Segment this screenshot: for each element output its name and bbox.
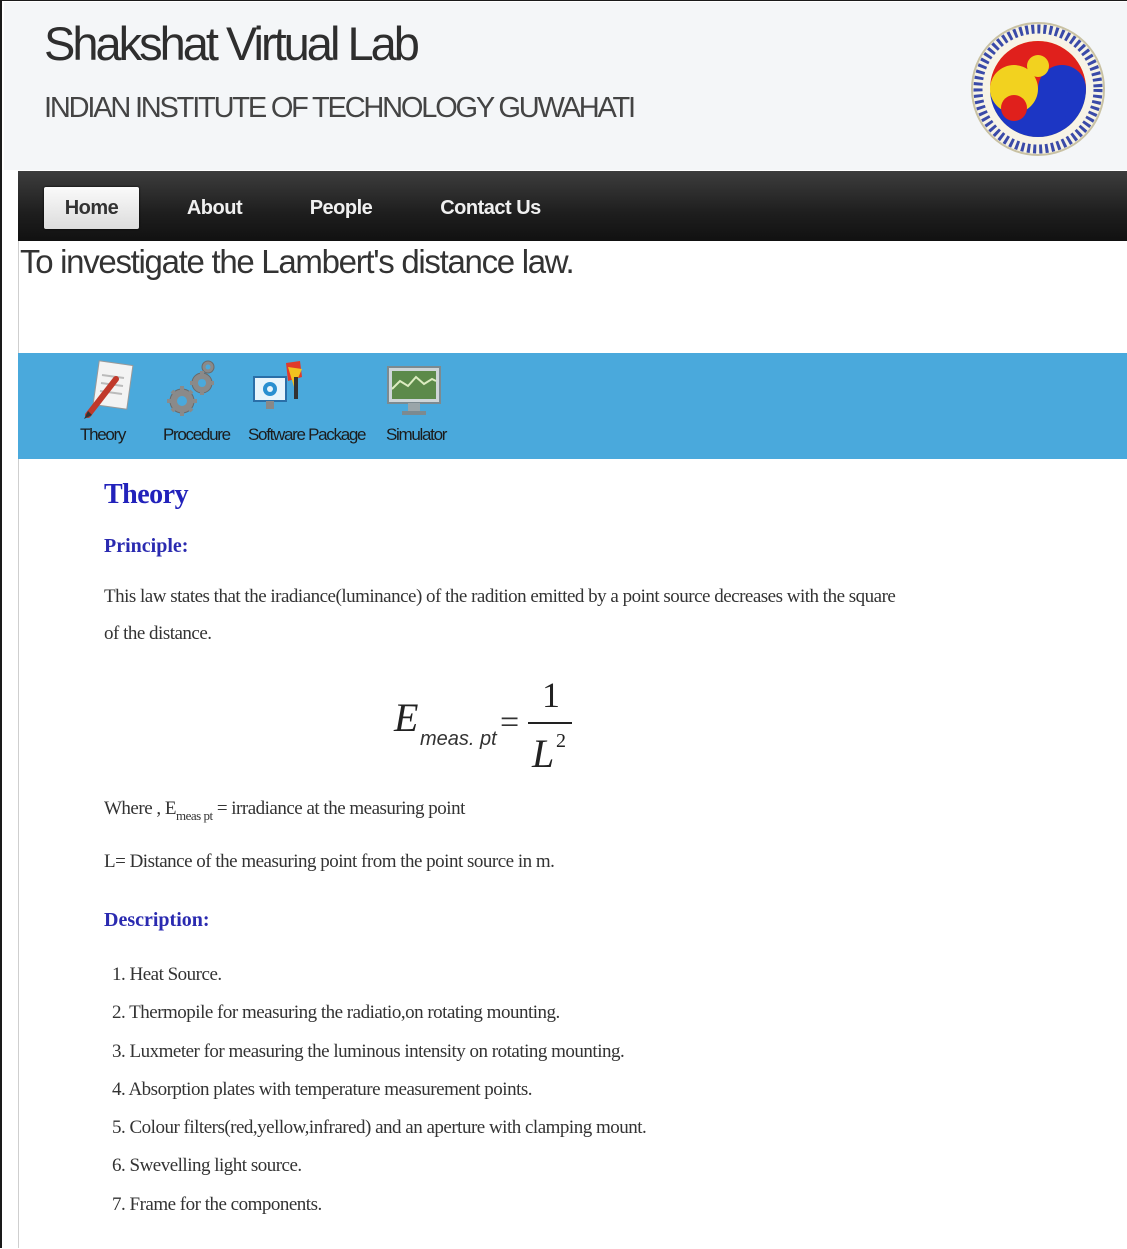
nav-people[interactable]: People: [296, 187, 386, 229]
site-header: Shakshat Virtual Lab INDIAN INSTITUTE OF…: [4, 2, 1127, 170]
list-item: 7. Frame for the components.: [112, 1194, 322, 1215]
equation-equals: =: [500, 704, 519, 741]
toolbar-software-package[interactable]: Software Package: [248, 353, 368, 459]
toolbar-theory-label: Theory: [80, 425, 126, 444]
nav-home[interactable]: Home: [44, 187, 139, 229]
list-item: 2. Thermopile for measuring the radiatio…: [112, 1002, 560, 1023]
l-definition: L= Distance of the measuring point from …: [104, 851, 555, 872]
theory-heading: Theory: [104, 479, 189, 510]
equation-denominator-symbol: L: [531, 731, 554, 776]
principle-text: This law states that the iradiance(lumin…: [104, 586, 896, 644]
toolbar-procedure[interactable]: Procedure: [160, 353, 240, 459]
description-heading: Description:: [104, 909, 210, 931]
equation-lhs-subscript: meas. pt: [420, 728, 498, 750]
lambert-equation: E meas. pt = 1 L 2: [393, 675, 572, 776]
equation-lhs-symbol: E: [393, 695, 418, 740]
toolbar-theory[interactable]: Theory: [74, 353, 134, 459]
theory-content: Theory Principle: This law states that t…: [2, 461, 1127, 1248]
nav-about[interactable]: About: [172, 187, 257, 229]
institute-name: INDIAN INSTITUTE OF TECHNOLOGY GUWAHATI: [44, 92, 636, 124]
page-frame: Shakshat Virtual Lab INDIAN INSTITUTE OF…: [0, 0, 1127, 1248]
principle-heading: Principle:: [104, 535, 189, 557]
nav-contact-us[interactable]: Contact Us: [428, 187, 553, 229]
software-package-icon: [253, 361, 302, 409]
main-navbar: Home About People Contact Us: [18, 171, 1127, 241]
list-item: 4. Absorption plates with temperature me…: [112, 1079, 533, 1100]
toolbar-software-package-label: Software Package: [248, 425, 366, 444]
simulator-monitor-icon: [387, 366, 441, 415]
equation-numerator: 1: [542, 675, 560, 715]
where-definition: Where , Emeas pt = irradiance at the mea…: [104, 798, 466, 823]
toolbar-simulator[interactable]: Simulator: [384, 353, 464, 459]
list-item: 1. Heat Source.: [112, 964, 222, 985]
where-prefix: Where , E: [104, 798, 176, 819]
site-title[interactable]: Shakshat Virtual Lab: [44, 16, 420, 71]
experiment-title: To investigate the Lambert's distance la…: [20, 243, 575, 280]
toolbar-procedure-label: Procedure: [163, 425, 231, 444]
toolbar-simulator-label: Simulator: [386, 425, 447, 444]
iitg-logo-icon[interactable]: [968, 14, 1108, 164]
theory-pen-paper-icon: [84, 360, 134, 419]
list-item: 5. Colour filters(red,yellow,infrared) a…: [112, 1117, 647, 1138]
list-item: 6. Swevelling light source.: [112, 1155, 302, 1176]
procedure-gears-icon: [167, 360, 215, 416]
experiment-toolbar: Theory Procedure Software Package Simula…: [18, 353, 1127, 459]
list-item: 3. Luxmeter for measuring the luminous i…: [112, 1041, 625, 1062]
where-definition-text: = irradiance at the measuring point: [212, 798, 466, 819]
where-subscript: meas pt: [175, 808, 213, 823]
equation-exponent: 2: [556, 730, 566, 752]
